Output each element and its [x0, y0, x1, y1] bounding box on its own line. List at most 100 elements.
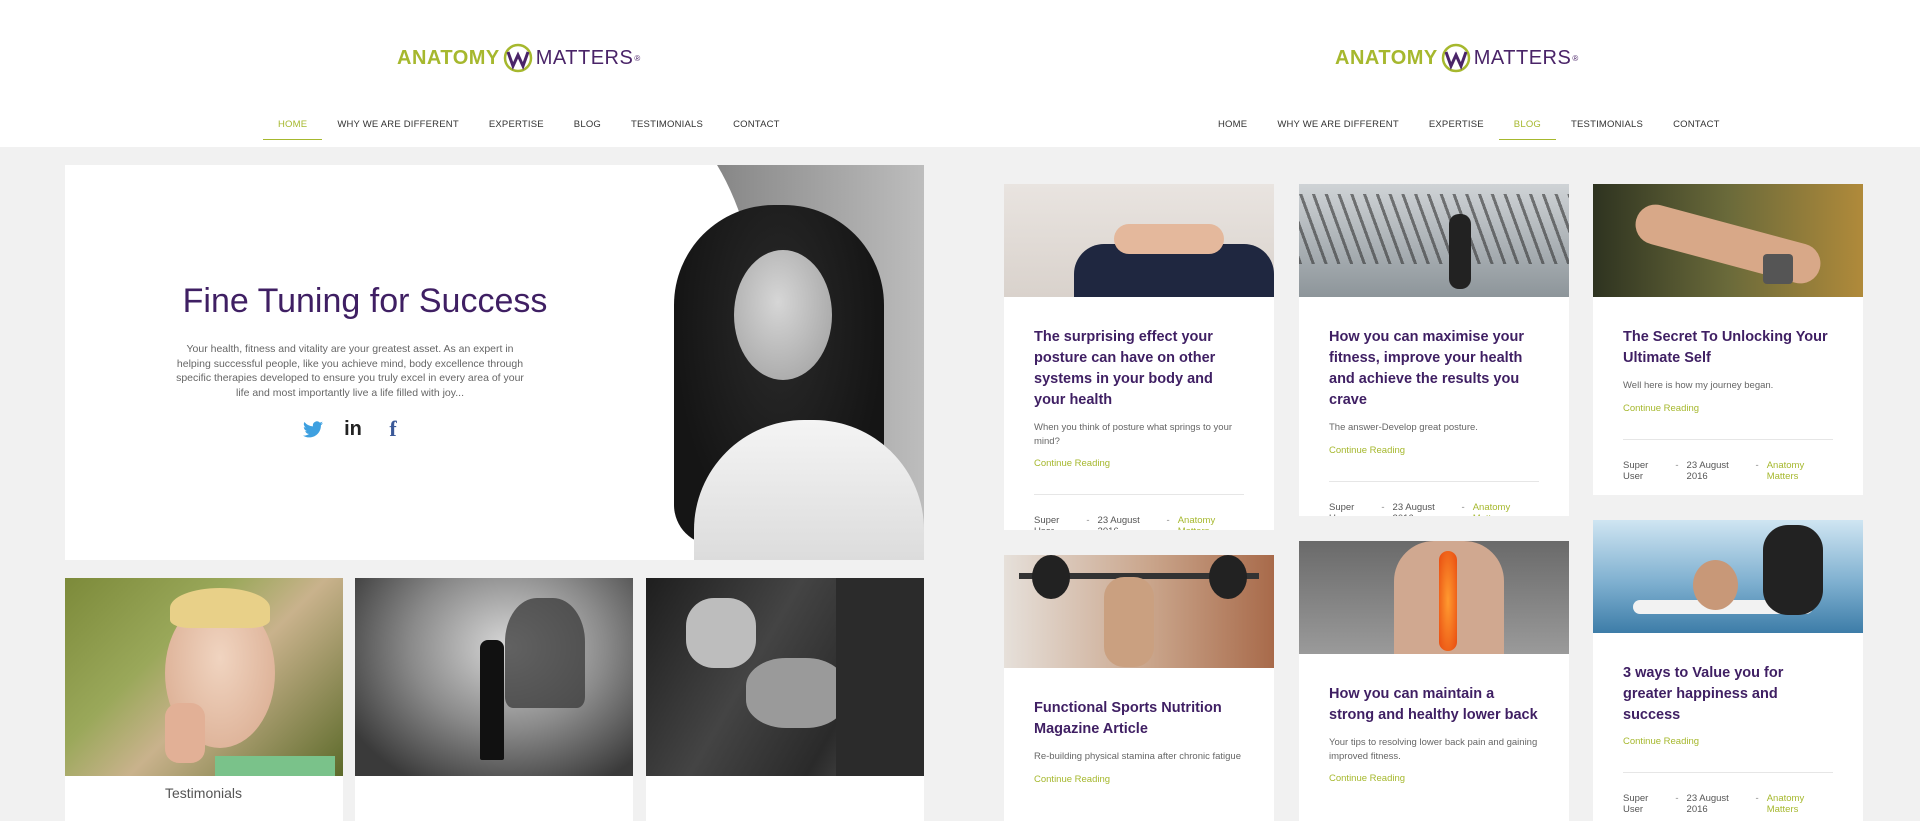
nav-contact[interactable]: CONTACT — [1658, 119, 1735, 140]
logo-registered-mark: ® — [634, 53, 641, 63]
right-site-header: ANATOMY MATTERS ® HOME WHY WE ARE DIFFER… — [960, 0, 1920, 147]
post-meta: Super User - 23 August 2016 - Anatomy Ma… — [1623, 793, 1833, 815]
post-category[interactable]: Anatomy Matters — [1767, 793, 1833, 815]
meditation-hands — [1114, 224, 1224, 254]
continue-reading-link[interactable]: Continue Reading — [1623, 736, 1833, 747]
continue-reading-link[interactable]: Continue Reading — [1034, 774, 1244, 785]
blog-post-card[interactable]: The surprising effect your posture can h… — [1004, 184, 1274, 530]
difference-tile-image[interactable] — [646, 578, 924, 776]
post-meta: Super User - 23 August 2016 - Anatomy Ma… — [1623, 460, 1833, 482]
continue-reading-link[interactable]: Continue Reading — [1329, 773, 1539, 784]
meta-separator: - — [1166, 515, 1170, 526]
meta-separator: - — [1675, 793, 1679, 804]
logo-emblem-icon — [503, 43, 533, 73]
card-divider — [1623, 772, 1833, 773]
nav-testimonials[interactable]: TESTIMONIALS — [616, 119, 718, 140]
twitter-icon[interactable] — [302, 418, 324, 440]
meta-separator: - — [1755, 459, 1759, 471]
arm-shape — [1631, 200, 1825, 288]
logo-word-matters: MATTERS — [1473, 46, 1572, 69]
post-excerpt: Well here is how my journey began. — [1623, 380, 1774, 391]
surfer-man — [1763, 525, 1823, 615]
post-author[interactable]: Super User — [1034, 515, 1078, 530]
post-date: 23 August 2016 — [1686, 793, 1729, 815]
linkedin-icon[interactable]: in — [342, 418, 364, 440]
post-title[interactable]: 3 ways to Value you for greater happines… — [1623, 663, 1833, 726]
surfer-woman — [1693, 560, 1738, 610]
tile-shadow-figure — [505, 598, 585, 708]
blog-post-card[interactable]: The Secret To Unlocking Your Ultimate Se… — [1593, 184, 1863, 495]
post-date: 23 August 2016 — [1097, 515, 1140, 530]
post-author[interactable]: Super User — [1623, 460, 1667, 482]
barbell-plate-left — [1032, 555, 1070, 599]
site-logo[interactable]: ANATOMY MATTERS ® — [397, 43, 641, 73]
post-category[interactable]: Anatomy Matters — [1767, 460, 1833, 482]
bridge-structure — [1299, 194, 1569, 264]
continue-reading-link[interactable]: Continue Reading — [1034, 458, 1244, 469]
blog-post-card[interactable]: How you can maximise your fitness, impro… — [1299, 184, 1569, 516]
meta-separator: - — [1381, 501, 1385, 513]
post-title[interactable]: Functional Sports Nutrition Magazine Art… — [1034, 698, 1244, 740]
tile-thumb — [165, 703, 205, 763]
post-excerpt: When you think of posture what springs t… — [1034, 422, 1233, 447]
tile-businessman — [480, 640, 504, 760]
blog-post-card[interactable]: How you can maintain a strong and health… — [1299, 541, 1569, 821]
meta-separator: - — [1755, 793, 1759, 804]
barbell-plate-right — [1209, 555, 1247, 599]
nav-contact[interactable]: CONTACT — [718, 119, 795, 140]
post-title[interactable]: How you can maximise your fitness, impro… — [1329, 327, 1539, 411]
logo-registered-mark: ® — [1572, 53, 1579, 63]
facebook-icon[interactable]: f — [382, 416, 404, 441]
athlete-figure — [1104, 577, 1154, 667]
left-site-header: ANATOMY MATTERS ® HOME WHY WE ARE DIFFER… — [0, 0, 960, 147]
testimonials-tile-image[interactable] — [65, 578, 343, 776]
blog-post-card[interactable]: 3 ways to Value you for greater happines… — [1593, 520, 1863, 821]
nav-why-we-are-different[interactable]: WHY WE ARE DIFFERENT — [322, 119, 474, 140]
expertise-tile-image[interactable] — [355, 578, 633, 776]
hero-title: Fine Tuning for Success — [182, 282, 548, 320]
meta-separator: - — [1461, 501, 1465, 513]
runner-figure — [1449, 214, 1471, 289]
nav-expertise[interactable]: EXPERTISE — [1414, 119, 1499, 140]
post-date: 23 August 2016 — [1392, 501, 1435, 517]
blog-post-card[interactable]: Functional Sports Nutrition Magazine Art… — [1004, 555, 1274, 821]
post-author[interactable]: Super User — [1329, 502, 1373, 517]
logo-word-anatomy: ANATOMY — [1335, 46, 1438, 69]
site-logo[interactable]: ANATOMY MATTERS ® — [1335, 43, 1579, 73]
portrait-face — [734, 250, 832, 380]
testimonials-tile-caption-bar: Testimonials — [65, 776, 343, 821]
post-title[interactable]: The Secret To Unlocking Your Ultimate Se… — [1623, 327, 1833, 369]
card-divider — [1034, 494, 1244, 495]
post-image-surf — [1593, 520, 1863, 633]
post-image-meditation — [1004, 184, 1274, 297]
post-image-runner — [1299, 184, 1569, 297]
difference-tile-caption-bar — [646, 776, 924, 821]
tile-woman-hair — [170, 588, 270, 628]
nav-testimonials[interactable]: TESTIMONIALS — [1556, 119, 1658, 140]
post-image-back-pain — [1299, 541, 1569, 654]
post-excerpt: Re-building physical stamina after chron… — [1034, 751, 1241, 762]
nav-blog[interactable]: BLOG — [1498, 119, 1557, 140]
post-title[interactable]: The surprising effect your posture can h… — [1034, 327, 1244, 411]
post-excerpt: The answer-Develop great posture. — [1329, 422, 1478, 433]
post-date: 23 August 2016 — [1686, 459, 1729, 482]
nav-why-we-are-different[interactable]: WHY WE ARE DIFFERENT — [1262, 119, 1414, 140]
continue-reading-link[interactable]: Continue Reading — [1329, 445, 1539, 456]
post-meta: Super User - 23 August 2016 - Anatomy Ma… — [1034, 515, 1244, 530]
tile-hands — [746, 658, 846, 728]
right-main-nav: HOME WHY WE ARE DIFFERENT EXPERTISE BLOG… — [1203, 119, 1735, 140]
meta-separator: - — [1086, 515, 1090, 526]
nav-home[interactable]: HOME — [263, 119, 323, 140]
logo-word-anatomy: ANATOMY — [397, 46, 500, 69]
logo-word-matters: MATTERS — [535, 46, 634, 69]
continue-reading-link[interactable]: Continue Reading — [1623, 403, 1833, 414]
post-title[interactable]: How you can maintain a strong and health… — [1329, 684, 1539, 726]
dumbbell-shape — [1763, 254, 1793, 284]
nav-expertise[interactable]: EXPERTISE — [474, 119, 559, 140]
nav-blog[interactable]: BLOG — [559, 119, 616, 140]
post-author[interactable]: Super User — [1623, 793, 1667, 815]
post-category[interactable]: Anatomy Matters — [1178, 515, 1244, 530]
post-category[interactable]: Anatomy Matters — [1473, 502, 1539, 517]
nav-home[interactable]: HOME — [1203, 119, 1262, 140]
logo-emblem-icon — [1441, 43, 1471, 73]
